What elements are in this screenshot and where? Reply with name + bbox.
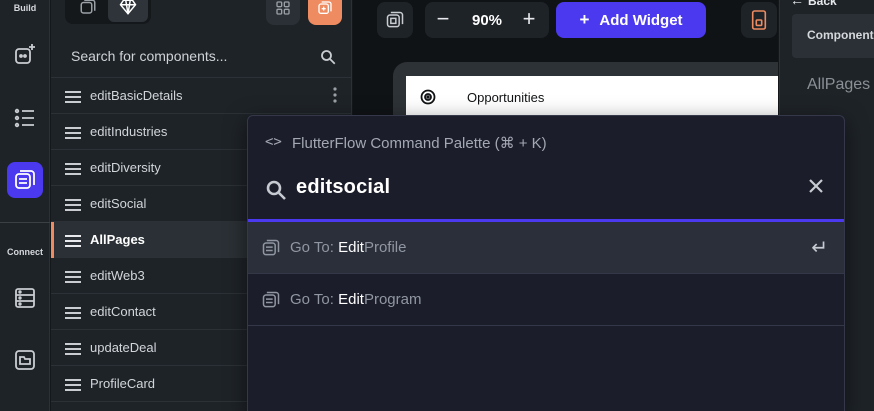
component-header: Component <box>792 14 874 58</box>
add-widget-label: Add Widget <box>599 11 683 29</box>
selection-indicator <box>51 222 54 258</box>
add-page-icon <box>15 44 35 64</box>
drag-handle-icon[interactable] <box>65 162 81 180</box>
result-prefix: Go To: <box>290 239 339 256</box>
opportunities-label[interactable]: Opportunities <box>467 90 544 105</box>
device-frame-icon <box>386 11 404 28</box>
more-options-icon[interactable] <box>333 87 337 108</box>
back-button[interactable]: Back <box>808 0 837 8</box>
component-search[interactable]: Search for components... <box>51 40 351 78</box>
add-widget-button[interactable]: + Add Widget <box>556 2 706 38</box>
zoom-out-button[interactable]: − <box>431 7 455 33</box>
page-settings-button[interactable] <box>741 2 777 38</box>
command-result-item[interactable]: Go To: EditProgram <box>248 274 844 326</box>
local-components-tab[interactable] <box>68 0 108 22</box>
component-header-label: Component <box>807 28 874 42</box>
list-item-label: editContact <box>90 304 156 319</box>
zoom-control: − 90% + <box>425 2 549 38</box>
command-result-label: Go To: EditProfile <box>290 239 406 256</box>
folder-icon <box>15 350 35 370</box>
target-icon <box>420 89 436 110</box>
drag-handle-icon[interactable] <box>65 198 81 216</box>
selected-component-name: AllPages <box>807 76 871 93</box>
list-item-label: editBasicDetails <box>90 88 183 103</box>
zoom-in-button[interactable]: + <box>517 7 541 33</box>
search-icon <box>319 48 337 71</box>
navigation-rail: Build Connect <box>0 0 50 411</box>
result-prefix: Go To: <box>290 291 339 308</box>
library-components-tab[interactable] <box>108 0 148 22</box>
rail-divider <box>0 222 50 223</box>
drag-handle-icon[interactable] <box>65 378 81 396</box>
add-component-icon <box>318 1 332 14</box>
list-item-label: editWeb3 <box>90 268 145 283</box>
connect-section-label: Connect <box>7 247 43 257</box>
widget-tree-button[interactable] <box>7 100 43 136</box>
components-icon <box>261 238 281 263</box>
command-result-label: Go To: EditProgram <box>290 291 421 308</box>
drag-handle-icon[interactable] <box>65 270 81 288</box>
gem-icon <box>119 0 137 15</box>
page-settings-icon <box>751 10 767 30</box>
media-assets-button[interactable] <box>7 342 43 378</box>
build-section-label: Build <box>13 3 37 13</box>
command-palette: <> FlutterFlow Command Palette (⌘ + K) e… <box>247 115 845 411</box>
components-icon <box>261 290 281 315</box>
list-item-label: updateDeal <box>90 340 157 355</box>
list-item-label: editSocial <box>90 196 147 211</box>
database-icon <box>15 288 35 308</box>
result-rest: Profile <box>363 239 407 256</box>
back-arrow-icon[interactable]: ← <box>790 0 804 8</box>
list-tree-icon <box>14 108 34 128</box>
database-button[interactable] <box>7 280 43 316</box>
components-icon <box>80 0 96 14</box>
result-match: Edit <box>338 239 364 256</box>
drag-handle-icon[interactable] <box>65 126 81 144</box>
drag-handle-icon[interactable] <box>65 306 81 324</box>
toggle-device-button[interactable] <box>377 2 413 38</box>
drag-handle-icon[interactable] <box>65 342 81 360</box>
list-item-label: editIndustries <box>90 124 168 139</box>
search-icon <box>264 178 288 207</box>
drag-handle-icon[interactable] <box>65 234 81 252</box>
search-input[interactable]: Search for components... <box>71 48 227 64</box>
drag-handle-icon[interactable] <box>65 90 81 108</box>
panel-view-toggle <box>65 0 151 24</box>
command-search-input[interactable]: editsocial <box>296 176 390 199</box>
list-item-label: editDiversity <box>90 160 161 175</box>
list-item[interactable]: editBasicDetails <box>51 78 351 114</box>
result-rest: Program <box>363 291 422 308</box>
add-page-button[interactable] <box>7 36 43 72</box>
grid-view-button[interactable] <box>266 0 300 25</box>
add-component-button[interactable] <box>308 0 342 25</box>
grid-icon <box>276 1 290 15</box>
components-button[interactable] <box>7 162 43 198</box>
close-icon[interactable] <box>808 178 824 199</box>
enter-key-icon: ↵ <box>811 237 828 259</box>
result-match: Edit <box>338 291 364 308</box>
components-icon <box>15 170 35 189</box>
command-palette-title: FlutterFlow Command Palette (⌘ + K) <box>292 135 547 152</box>
plus-icon: + <box>579 10 590 29</box>
list-item-label: ProfileCard <box>90 376 156 391</box>
zoom-level: 90% <box>471 12 503 29</box>
code-icon: <> <box>265 134 282 150</box>
command-result-item[interactable]: Go To: EditProfile ↵ <box>248 222 844 274</box>
list-item-label: AllPages <box>90 232 145 247</box>
